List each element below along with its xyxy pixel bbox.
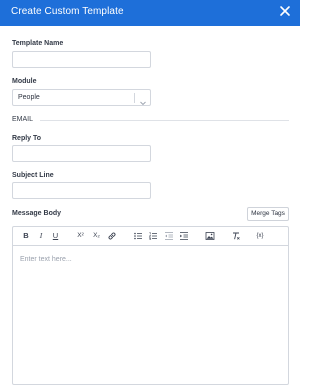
editor-toolbar: B I U X² X₂ {x} (13, 227, 288, 246)
numbered-list-icon[interactable] (148, 231, 158, 241)
reply-to-label: Reply To (12, 135, 42, 142)
modal-title: Create Custom Template (11, 6, 124, 17)
merge-tags-button[interactable]: Merge Tags (247, 207, 289, 221)
email-section-label: EMAIL (12, 116, 34, 123)
bullet-list-icon[interactable] (133, 231, 143, 241)
clear-formatting-icon[interactable] (231, 231, 241, 241)
module-label: Module (12, 78, 37, 85)
outdent-icon[interactable] (164, 231, 174, 241)
select-divider (134, 93, 135, 103)
superscript-button[interactable]: X² (75, 231, 86, 241)
bold-button[interactable]: B (22, 231, 30, 241)
section-divider (40, 119, 289, 121)
subject-line-label: Subject Line (12, 172, 54, 179)
indent-icon[interactable] (179, 231, 189, 241)
link-icon[interactable] (107, 231, 117, 241)
modal-header: Create Custom Template (0, 0, 300, 26)
reply-to-input[interactable] (12, 145, 151, 162)
module-select[interactable]: People (12, 89, 151, 106)
module-selected-value: People (18, 94, 40, 101)
subscript-button[interactable]: X₂ (91, 231, 102, 241)
italic-button[interactable]: I (37, 231, 45, 241)
template-name-input[interactable] (12, 51, 151, 68)
message-body-editor[interactable]: B I U X² X₂ {x} Enter text here... (12, 226, 289, 385)
variable-button[interactable]: {x} (254, 231, 266, 241)
template-name-label: Template Name (12, 40, 64, 47)
subject-line-input[interactable] (12, 182, 151, 199)
editor-placeholder: Enter text here... (20, 256, 72, 263)
image-icon[interactable] (205, 231, 215, 241)
close-icon[interactable] (278, 4, 292, 18)
chevron-down-icon[interactable] (139, 94, 147, 106)
underline-button[interactable]: U (51, 231, 60, 241)
message-body-label: Message Body (12, 210, 62, 217)
